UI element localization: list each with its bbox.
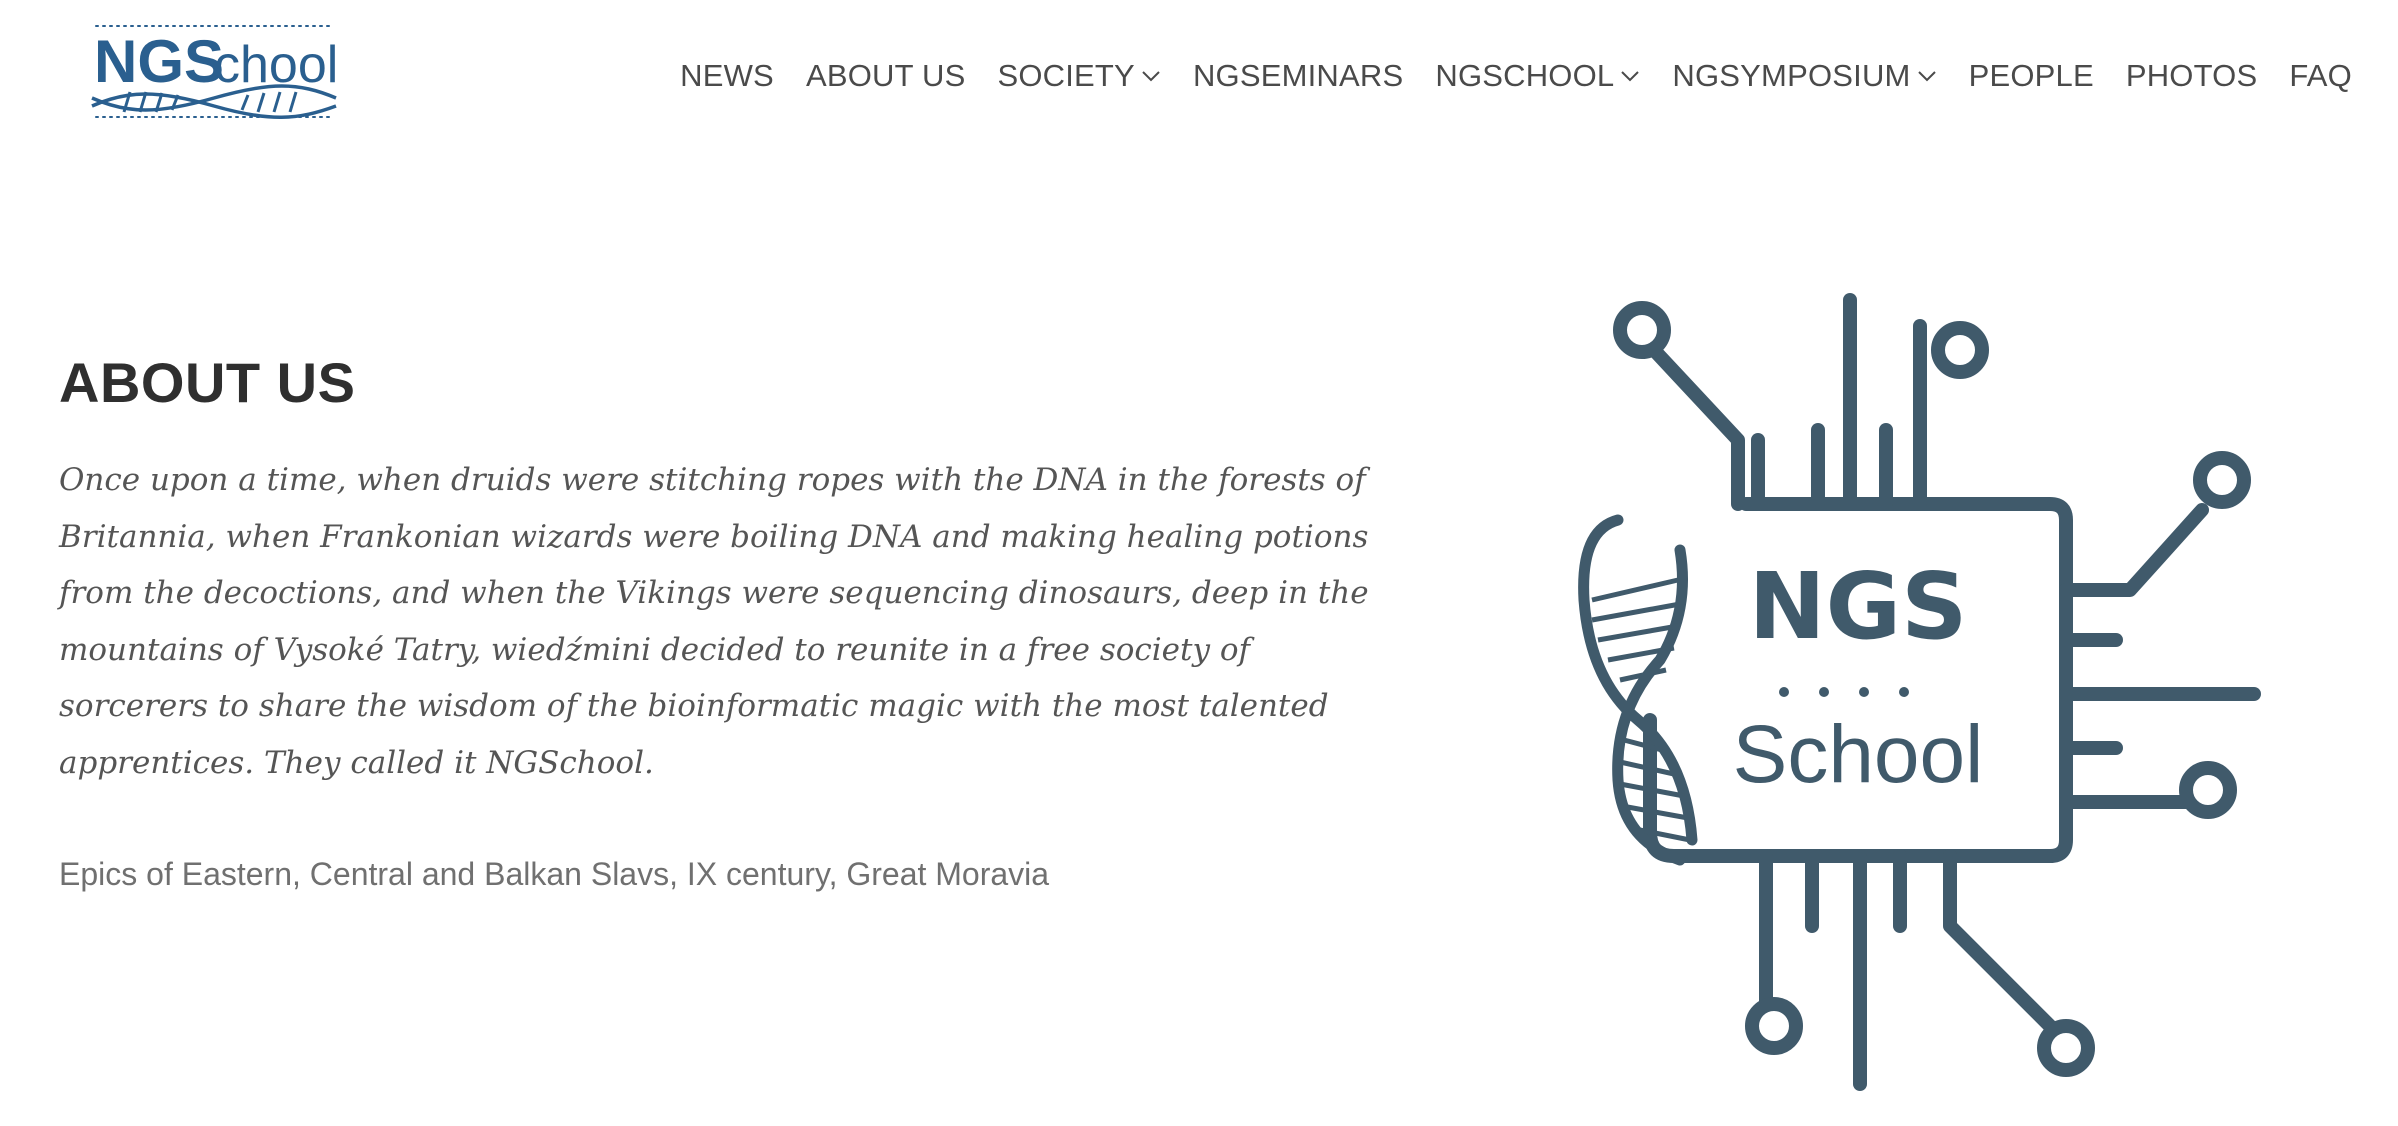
chevron-down-icon bbox=[1620, 69, 1640, 83]
nav-item-photos[interactable]: PHOTOS bbox=[2110, 52, 2274, 100]
svg-text:School: School bbox=[1733, 709, 1984, 800]
nav-item-news[interactable]: NEWS bbox=[664, 52, 790, 100]
ngschool-chip-illustration: NGS School bbox=[1570, 280, 2290, 1100]
nav-item-label: SOCIETY bbox=[997, 58, 1135, 93]
nav-item-label: NGSYMPOSIUM bbox=[1672, 58, 1911, 93]
page-title: ABOUT US bbox=[59, 351, 356, 414]
nav-item-label: ABOUT US bbox=[805, 58, 966, 93]
nav-item-about-us[interactable]: ABOUT US bbox=[790, 52, 982, 100]
nav-item-society[interactable]: SOCIETY bbox=[981, 52, 1176, 100]
nav-item-label: NEWS bbox=[680, 58, 774, 93]
main-nav: NEWS ABOUT US SOCIETY NGSEMINARS NGSCHOO… bbox=[664, 52, 2352, 100]
site-header: NGS chool NEWS ABOUT US SOCIETY NGSEMINA… bbox=[0, 0, 2398, 140]
svg-text:NGS: NGS bbox=[94, 28, 224, 95]
ngschool-logo-icon: NGS chool bbox=[91, 25, 338, 119]
nav-item-ngsymposium[interactable]: NGSYMPOSIUM bbox=[1656, 52, 1952, 100]
about-story-source: Epics of Eastern, Central and Balkan Sla… bbox=[59, 856, 1050, 892]
nav-item-people[interactable]: PEOPLE bbox=[1953, 52, 2110, 100]
nav-item-ngseminars[interactable]: NGSEMINARS bbox=[1177, 52, 1419, 100]
site-logo[interactable]: NGS chool bbox=[88, 16, 340, 120]
svg-text:NGS: NGS bbox=[1749, 553, 1968, 660]
chevron-down-icon bbox=[1141, 69, 1161, 83]
chevron-down-icon bbox=[1917, 69, 1937, 83]
chip-circuit-icon: NGS School bbox=[1578, 293, 2261, 1091]
nav-item-faq[interactable]: FAQ bbox=[2273, 52, 2352, 100]
about-story-text: Once upon a time, when druids were stitc… bbox=[59, 462, 1369, 781]
nav-item-label: PEOPLE bbox=[1968, 58, 2094, 93]
nav-item-label: NGSEMINARS bbox=[1192, 58, 1404, 93]
nav-item-label: PHOTOS bbox=[2125, 58, 2258, 93]
nav-item-label: FAQ bbox=[2289, 58, 2352, 93]
nav-item-ngschool[interactable]: NGSCHOOL bbox=[1419, 52, 1656, 100]
nav-item-label: NGSCHOOL bbox=[1435, 58, 1615, 93]
